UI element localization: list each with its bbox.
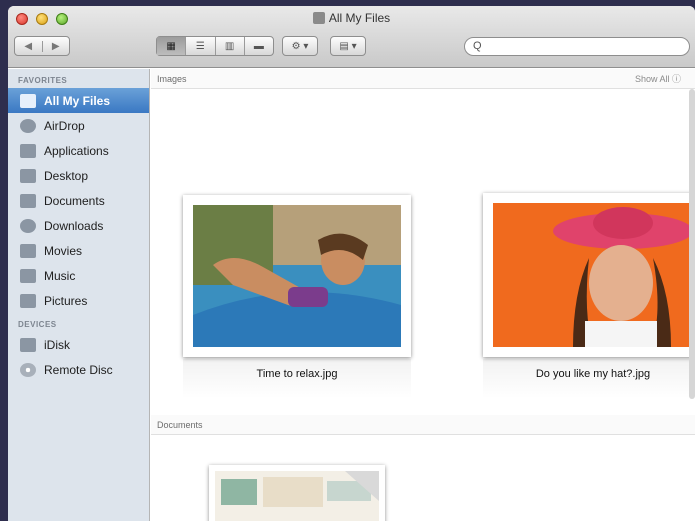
sidebar-item-all-my-files[interactable]: All My Files <box>8 88 149 113</box>
column-view-button[interactable]: ▥ <box>216 37 245 55</box>
photo-time-to-relax <box>193 205 401 347</box>
sidebar-item-remote-disc[interactable]: Remote Disc <box>8 357 149 382</box>
finder-window: All My Files ◀ ▶ ▦ ☰ ▥ ▬ ⚙ ▾ ▤ ▾ Q FAVOR… <box>8 6 695 521</box>
desktop-icon <box>20 168 36 183</box>
title-bar: All My Files ◀ ▶ ▦ ☰ ▥ ▬ ⚙ ▾ ▤ ▾ Q <box>8 6 695 68</box>
cover-flow-button[interactable]: ▬ <box>245 37 273 55</box>
document-preview <box>215 471 379 521</box>
favorites-header: FAVORITES <box>18 76 68 85</box>
action-menu-button[interactable]: ⚙ ▾ <box>282 36 318 56</box>
icon-view-button[interactable]: ▦ <box>157 37 187 55</box>
images-group-header: Images Show All ⓘ <box>151 69 695 89</box>
file-browser: Images Show All ⓘ Time to relax.jpg Do y… <box>151 69 695 521</box>
sidebar-item-movies[interactable]: Movies <box>8 238 149 263</box>
vertical-scrollbar[interactable] <box>689 89 695 399</box>
sidebar-item-pictures[interactable]: Pictures <box>8 288 149 313</box>
view-mode-control: ▦ ☰ ▥ ▬ <box>156 36 274 56</box>
documents-icon <box>20 193 36 208</box>
sidebar-item-documents[interactable]: Documents <box>8 188 149 213</box>
sidebar: FAVORITES All My Files AirDrop Applicati… <box>8 69 150 521</box>
photo-do-you-like-my-hat <box>493 203 693 347</box>
idisk-icon <box>20 337 36 352</box>
movies-icon <box>20 243 36 258</box>
sidebar-item-desktop[interactable]: Desktop <box>8 163 149 188</box>
image-filename-hat: Do you like my hat?.jpg <box>535 368 651 380</box>
music-icon <box>20 268 36 283</box>
sidebar-item-applications[interactable]: Applications <box>8 138 149 163</box>
list-view-button[interactable]: ☰ <box>186 37 216 55</box>
devices-header: DEVICES <box>18 320 57 329</box>
back-button[interactable]: ◀ <box>15 40 43 52</box>
image-thumbnail-relax[interactable] <box>183 195 411 357</box>
image-filename-relax: Time to relax.jpg <box>256 368 338 380</box>
window-title: All My Files <box>8 11 695 25</box>
back-forward-control: ◀ ▶ <box>14 36 70 56</box>
arrange-menu-button[interactable]: ▤ ▾ <box>330 36 366 56</box>
show-all-link[interactable]: Show All ⓘ <box>635 69 681 89</box>
applications-icon <box>20 143 36 158</box>
downloads-icon <box>20 218 36 233</box>
document-thumbnail[interactable] <box>209 465 385 521</box>
documents-group-header: Documents <box>151 415 695 435</box>
sidebar-item-airdrop[interactable]: AirDrop <box>8 113 149 138</box>
remote-disc-icon <box>20 362 36 377</box>
search-input[interactable]: Q <box>464 37 690 56</box>
sidebar-item-downloads[interactable]: Downloads <box>8 213 149 238</box>
search-icon: Q <box>473 40 482 52</box>
forward-button[interactable]: ▶ <box>43 41 70 52</box>
sidebar-item-music[interactable]: Music <box>8 263 149 288</box>
all-files-icon <box>312 12 325 24</box>
airdrop-icon <box>20 118 36 133</box>
all-files-icon <box>20 93 36 108</box>
pictures-icon <box>20 293 36 308</box>
image-thumbnail-hat[interactable] <box>483 193 695 357</box>
sidebar-item-idisk[interactable]: iDisk <box>8 332 149 357</box>
